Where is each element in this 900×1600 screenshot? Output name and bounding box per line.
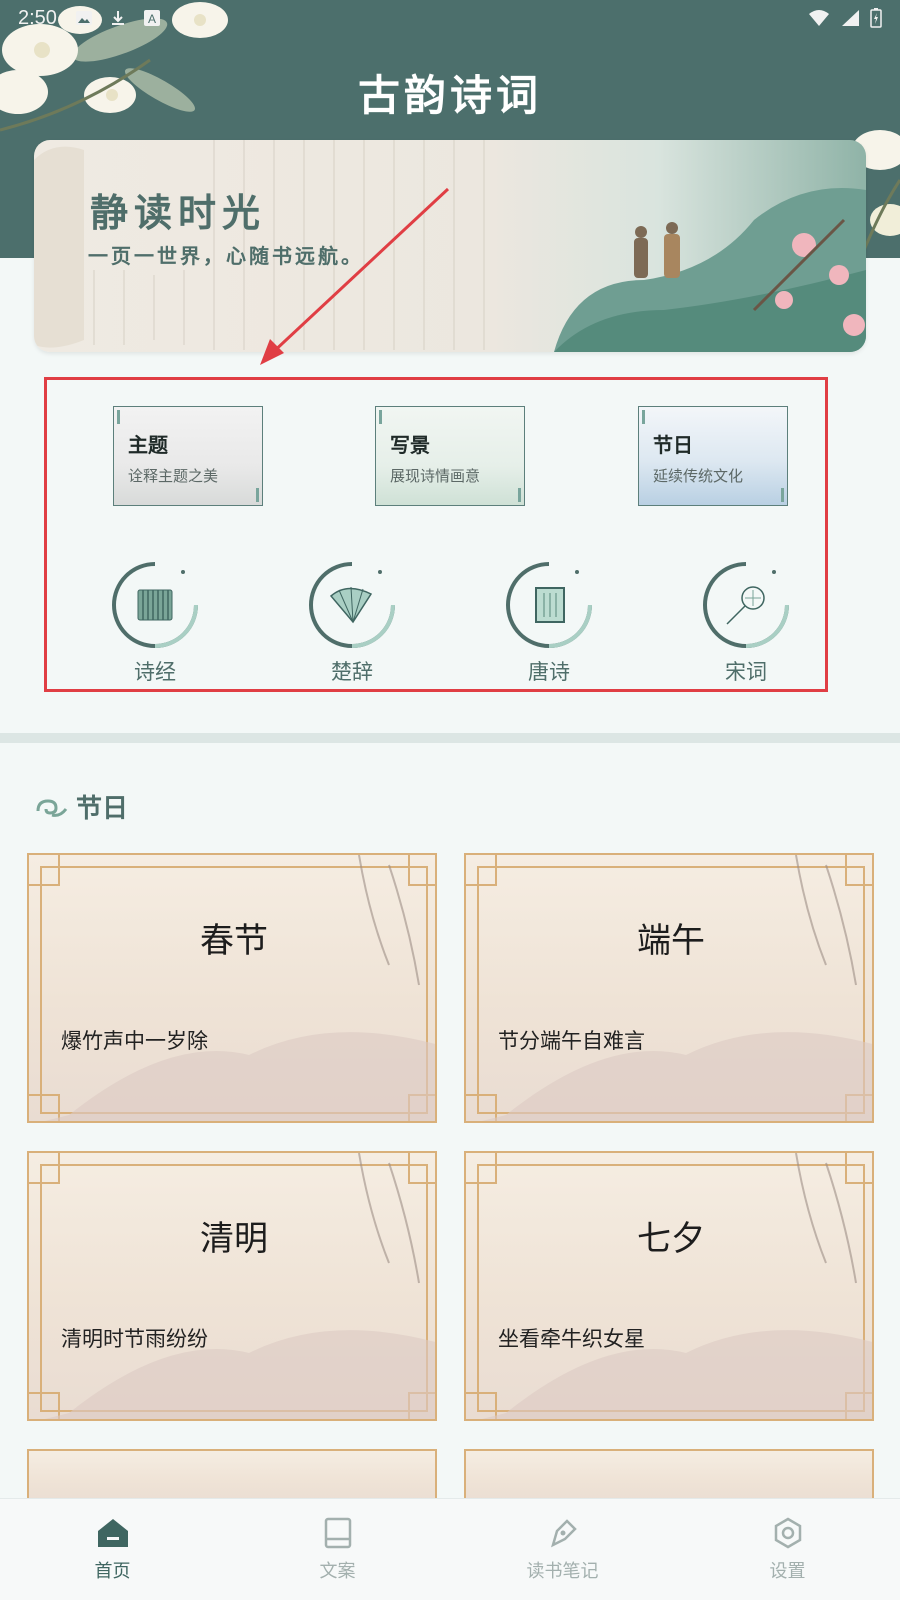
pen-icon — [550, 1519, 577, 1548]
category-title: 主题 — [128, 433, 168, 457]
festival-name: 清明 — [200, 1219, 268, 1259]
settings-icon — [774, 1517, 801, 1549]
festival-poem-line: 清明时节雨纷纷 — [61, 1327, 208, 1351]
dynasty-button-tangshi[interactable]: 唐诗 — [499, 560, 599, 690]
dynasty-button-songci[interactable]: 宋词 — [696, 560, 796, 690]
category-card-scenery[interactable]: 写景 展现诗情画意 — [375, 406, 525, 506]
section-header: 节日 — [34, 788, 128, 825]
category-subtitle: 延续传统文化 — [653, 467, 744, 485]
section-title: 节日 — [76, 794, 129, 824]
festival-card-spring[interactable]: 春节 爆竹声中一岁除 — [27, 853, 437, 1123]
category-title: 写景 — [390, 433, 430, 457]
section-divider — [0, 733, 900, 743]
mountain-figures-illustration — [554, 188, 866, 352]
nav-label: 首页 — [94, 1561, 131, 1581]
banner-title: 静读时光 — [90, 190, 267, 235]
svg-text:A: A — [148, 12, 156, 26]
image-icon — [75, 11, 92, 25]
lattice-frame-decoration — [466, 855, 872, 1121]
app-title: 古韵诗词 — [357, 71, 542, 120]
dynasty-button-chuci[interactable]: 楚辞 — [302, 560, 402, 690]
lattice-frame-decoration — [29, 1153, 435, 1419]
book-icon — [506, 562, 592, 648]
dynasty-label: 诗经 — [134, 660, 176, 684]
festival-name: 春节 — [200, 921, 268, 961]
category-subtitle: 诠释主题之美 — [128, 467, 219, 485]
notebook-icon — [324, 1517, 351, 1549]
nav-label: 读书笔记 — [526, 1561, 599, 1581]
status-bar: 2:50 A — [0, 0, 900, 36]
nav-item-settings[interactable]: 设置 — [675, 1499, 900, 1600]
dynasty-label: 宋词 — [725, 660, 767, 684]
festival-name: 七夕 — [637, 1219, 705, 1259]
signal-icon — [842, 10, 859, 26]
dynasty-label: 楚辞 — [331, 660, 373, 684]
folding-fan-icon — [309, 562, 395, 648]
lattice-frame-decoration — [466, 1153, 872, 1419]
nav-label: 文案 — [319, 1561, 356, 1581]
annotation-arrow — [260, 187, 450, 365]
festival-name: 端午 — [637, 921, 705, 961]
festival-card-duanwu[interactable]: 端午 节分端午自难言 — [464, 853, 874, 1123]
festival-poem-line: 坐看牵牛织女星 — [498, 1327, 645, 1351]
lattice-frame-decoration — [29, 855, 435, 1121]
cloud-swirl-icon — [36, 798, 68, 817]
category-card-theme[interactable]: 主题 诠释主题之美 — [113, 406, 263, 506]
festival-card-qixi[interactable]: 七夕 坐看牵牛织女星 — [464, 1151, 874, 1421]
category-card-festival[interactable]: 节日 延续传统文化 — [638, 406, 788, 506]
nav-item-copywriting[interactable]: 文案 — [225, 1499, 450, 1600]
battery-icon — [870, 8, 882, 28]
bottom-navigation: 首页 文案 读书笔记 设置 — [0, 1498, 900, 1600]
festival-poem-line: 节分端午自难言 — [498, 1029, 645, 1053]
dynasty-button-shijing[interactable]: 诗经 — [105, 560, 205, 690]
nav-item-reading-notes[interactable]: 读书笔记 — [450, 1499, 675, 1600]
bamboo-scroll-icon — [112, 562, 198, 648]
nav-label: 设置 — [769, 1561, 806, 1581]
category-title: 节日 — [653, 433, 693, 457]
wifi-icon — [809, 10, 829, 26]
dynasty-label: 唐诗 — [528, 660, 570, 684]
nav-item-home[interactable]: 首页 — [0, 1499, 225, 1600]
festival-poem-line: 爆竹声中一岁除 — [61, 1029, 208, 1053]
home-icon — [97, 1519, 128, 1547]
category-subtitle: 展现诗情画意 — [390, 467, 481, 485]
download-icon — [111, 11, 124, 25]
a-badge-icon: A — [143, 10, 160, 26]
festival-card-qingming[interactable]: 清明 清明时节雨纷纷 — [27, 1151, 437, 1421]
round-fan-icon — [703, 562, 789, 648]
status-time: 2:50 — [18, 6, 57, 29]
